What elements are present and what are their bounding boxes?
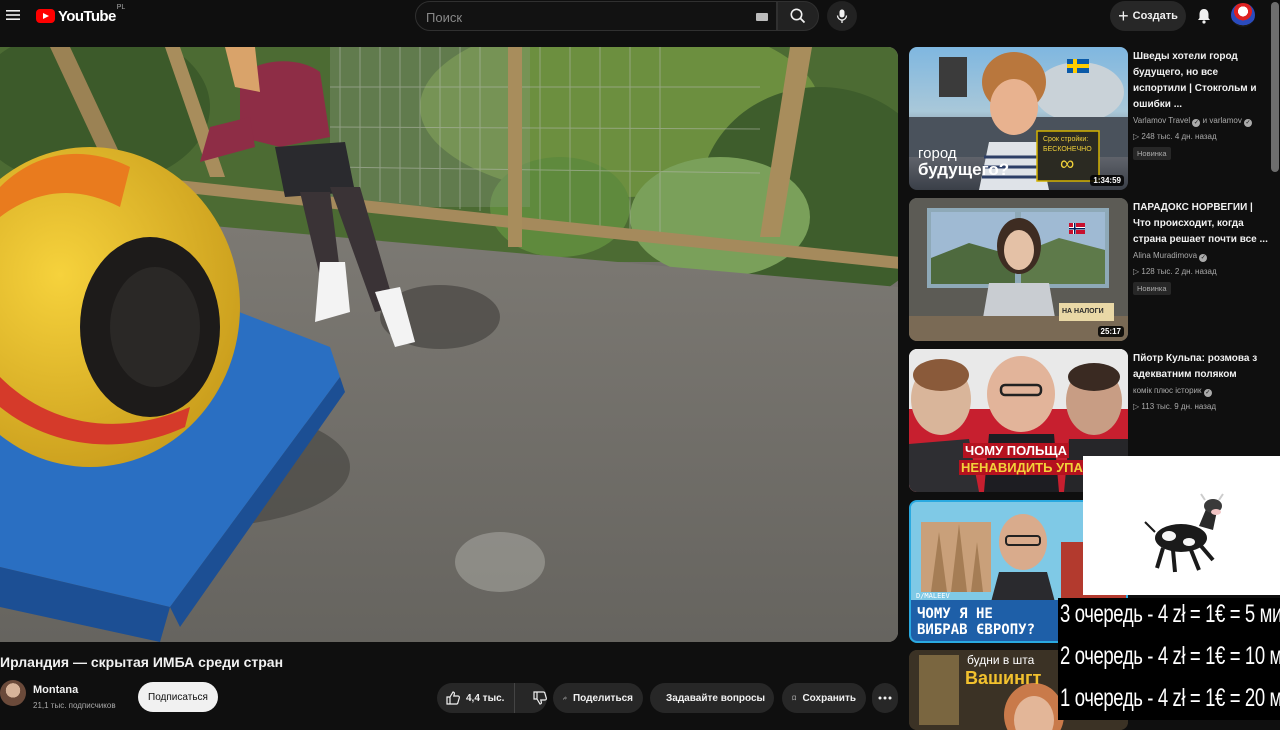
overlay-animation: [1083, 456, 1280, 595]
verified-icon: ✓: [1192, 119, 1201, 127]
ask-label: Задавайте вопросы: [666, 692, 766, 704]
recommendation-item[interactable]: НА НАЛОГИ 25:17 ПАРАДОКС НОРВЕГИИ | Что …: [909, 198, 1271, 343]
upload-age: 4 дн. назад: [1174, 132, 1217, 141]
recommendation-info: Пйотр Кульпа: розмова з адекватним поляк…: [1133, 351, 1269, 413]
thumbnail-sign: Срок стройки:: [1043, 136, 1089, 143]
thumbnail-caption: будущего?: [918, 160, 1010, 179]
recommendation-channel[interactable]: Alina Muradimova ✓: [1133, 250, 1269, 262]
voice-search-button[interactable]: [827, 1, 857, 31]
more-actions-button[interactable]: [872, 683, 898, 713]
plus-icon: +: [1118, 6, 1129, 26]
search-icon: [790, 8, 806, 24]
logo-region: PL: [116, 4, 126, 11]
video-duration: 1:34:59: [1090, 175, 1124, 186]
queue-line: 2 очередь - 4 zł = 1€ = 10 мин: [1060, 642, 1280, 670]
video-player[interactable]: [0, 47, 898, 642]
thumbnail-sign: БЕСКОНЕЧНО: [1043, 146, 1092, 153]
video-duration: 25:17: [1097, 326, 1124, 337]
like-dislike-group: 4,4 тыс.: [437, 683, 548, 713]
view-count: 248 тыс.: [1141, 132, 1173, 141]
play-icon: ▷: [1133, 267, 1140, 276]
new-badge: Новинка: [1133, 147, 1171, 160]
subscriber-count: 21,1 тыс. подписчиков: [33, 701, 116, 710]
ask-questions-button[interactable]: Задавайте вопросы: [650, 683, 774, 713]
video-thumbnail[interactable]: НА НАЛОГИ 25:17: [909, 198, 1128, 341]
play-icon: ▷: [1133, 402, 1140, 411]
thumbnail-caption: Вашингт: [965, 668, 1042, 688]
recommendation-meta: ▷ 113 тыс. 9 дн. назад: [1133, 401, 1269, 413]
search-button[interactable]: [777, 1, 819, 31]
thumbnail-caption: ЧОМУ Я НЕ: [917, 606, 993, 622]
keyboard-icon[interactable]: [756, 13, 768, 21]
search-box: [415, 1, 777, 31]
dancing-cow-icon: [1144, 493, 1224, 573]
verified-icon: ✓: [1203, 389, 1212, 397]
recommendation-item[interactable]: город будущего? Срок стройки: БЕСКОНЕЧНО…: [909, 47, 1271, 192]
queue-line: 1 очередь - 4 zł = 1€ = 20 мин: [1060, 684, 1280, 712]
donation-queue-panel: 3 очередь - 4 zł = 1€ = 5 мин 2 очередь …: [1058, 598, 1280, 720]
thumbnail-caption: будни в шта: [967, 653, 1035, 667]
channel-name: Alina Muradimova: [1133, 251, 1198, 260]
share-button[interactable]: Поделиться: [553, 683, 643, 713]
upload-age: 2 дн. назад: [1174, 267, 1217, 276]
more-dots-icon: [878, 696, 892, 700]
bell-icon[interactable]: [1194, 6, 1214, 26]
view-count: 128 тыс.: [1141, 267, 1173, 276]
view-count: 113 тыс.: [1141, 402, 1173, 411]
youtube-logo[interactable]: YouTube PL: [36, 4, 126, 25]
recommendation-title[interactable]: Шведы хотели город будущего, но все испо…: [1133, 49, 1269, 113]
thumbnail-tag: D/MALEEV: [916, 592, 950, 600]
youtube-play-icon: [36, 9, 55, 23]
account-avatar[interactable]: [1231, 3, 1255, 27]
verified-icon: ✓: [1244, 119, 1253, 127]
menu-icon[interactable]: [4, 6, 22, 24]
queue-line: 3 очередь - 4 zł = 1€ = 5 мин: [1060, 600, 1280, 628]
save-label: Сохранить: [802, 692, 856, 704]
thumbnail-caption: ЧОМУ ПОЛЬЩА: [963, 443, 1070, 458]
page-scrollbar[interactable]: [1271, 2, 1279, 172]
upload-age: 9 дн. назад: [1174, 402, 1217, 411]
save-button[interactable]: Сохранить: [782, 683, 866, 713]
thumbnail-art: [909, 198, 1128, 341]
create-button[interactable]: + Создать: [1110, 1, 1186, 31]
video-frame: [0, 47, 898, 642]
recommendation-title[interactable]: Пйотр Кульпа: розмова з адекватним поляк…: [1133, 351, 1269, 383]
share-icon: [563, 696, 567, 700]
share-label: Поделиться: [572, 692, 633, 704]
recommendation-info: Шведы хотели город будущего, но все испо…: [1133, 49, 1269, 161]
channel-name: Varlamov Travel: [1133, 116, 1191, 125]
recommendation-channel[interactable]: комік плюс історик ✓: [1133, 385, 1269, 397]
subscribe-button[interactable]: Подписаться: [138, 682, 218, 712]
channel-name: комік плюс історик: [1133, 386, 1202, 395]
channel-avatar[interactable]: [0, 680, 26, 706]
thumbs-down-icon: [533, 691, 548, 705]
thumbnail-sign: ∞: [1060, 153, 1075, 175]
logo-text: YouTube: [58, 7, 116, 25]
thumbnail-caption: ВИБРАВ ЄВРОПУ?: [917, 622, 1036, 638]
video-thumbnail[interactable]: город будущего? Срок стройки: БЕСКОНЕЧНО…: [909, 47, 1128, 190]
play-icon: ▷: [1133, 132, 1140, 141]
recommendation-meta: ▷ 248 тыс. 4 дн. назад: [1133, 131, 1269, 143]
verified-icon: ✓: [1199, 254, 1208, 262]
video-title: Ирландия — скрытая ИМБА среди стран: [0, 654, 284, 670]
thumbnail-caption: НЕНАВИДИТЬ УПА?: [959, 460, 1093, 475]
channel-extra: и varlamov: [1202, 116, 1242, 125]
top-bar: YouTube PL + Создать: [0, 0, 1280, 34]
recommendation-meta: ▷ 128 тыс. 2 дн. назад: [1133, 266, 1269, 278]
create-label: Создать: [1132, 10, 1178, 22]
search-input[interactable]: [426, 8, 746, 26]
thumbnail-sign: НА НАЛОГИ: [1062, 308, 1104, 315]
recommendation-channel[interactable]: Varlamov Travel ✓ и varlamov ✓: [1133, 115, 1269, 127]
recommendation-info: ПАРАДОКС НОРВЕГИИ | Что происходит, когд…: [1133, 200, 1269, 296]
channel-name[interactable]: Montana: [33, 684, 78, 696]
new-badge: Новинка: [1133, 282, 1171, 295]
recommendation-title[interactable]: ПАРАДОКС НОРВЕГИИ | Что происходит, когд…: [1133, 200, 1269, 248]
thumbs-up-icon: [446, 691, 460, 705]
like-button[interactable]: 4,4 тыс.: [437, 683, 516, 713]
like-count: 4,4 тыс.: [466, 692, 505, 704]
bookmark-icon: [792, 695, 796, 701]
mic-icon: [836, 9, 848, 23]
